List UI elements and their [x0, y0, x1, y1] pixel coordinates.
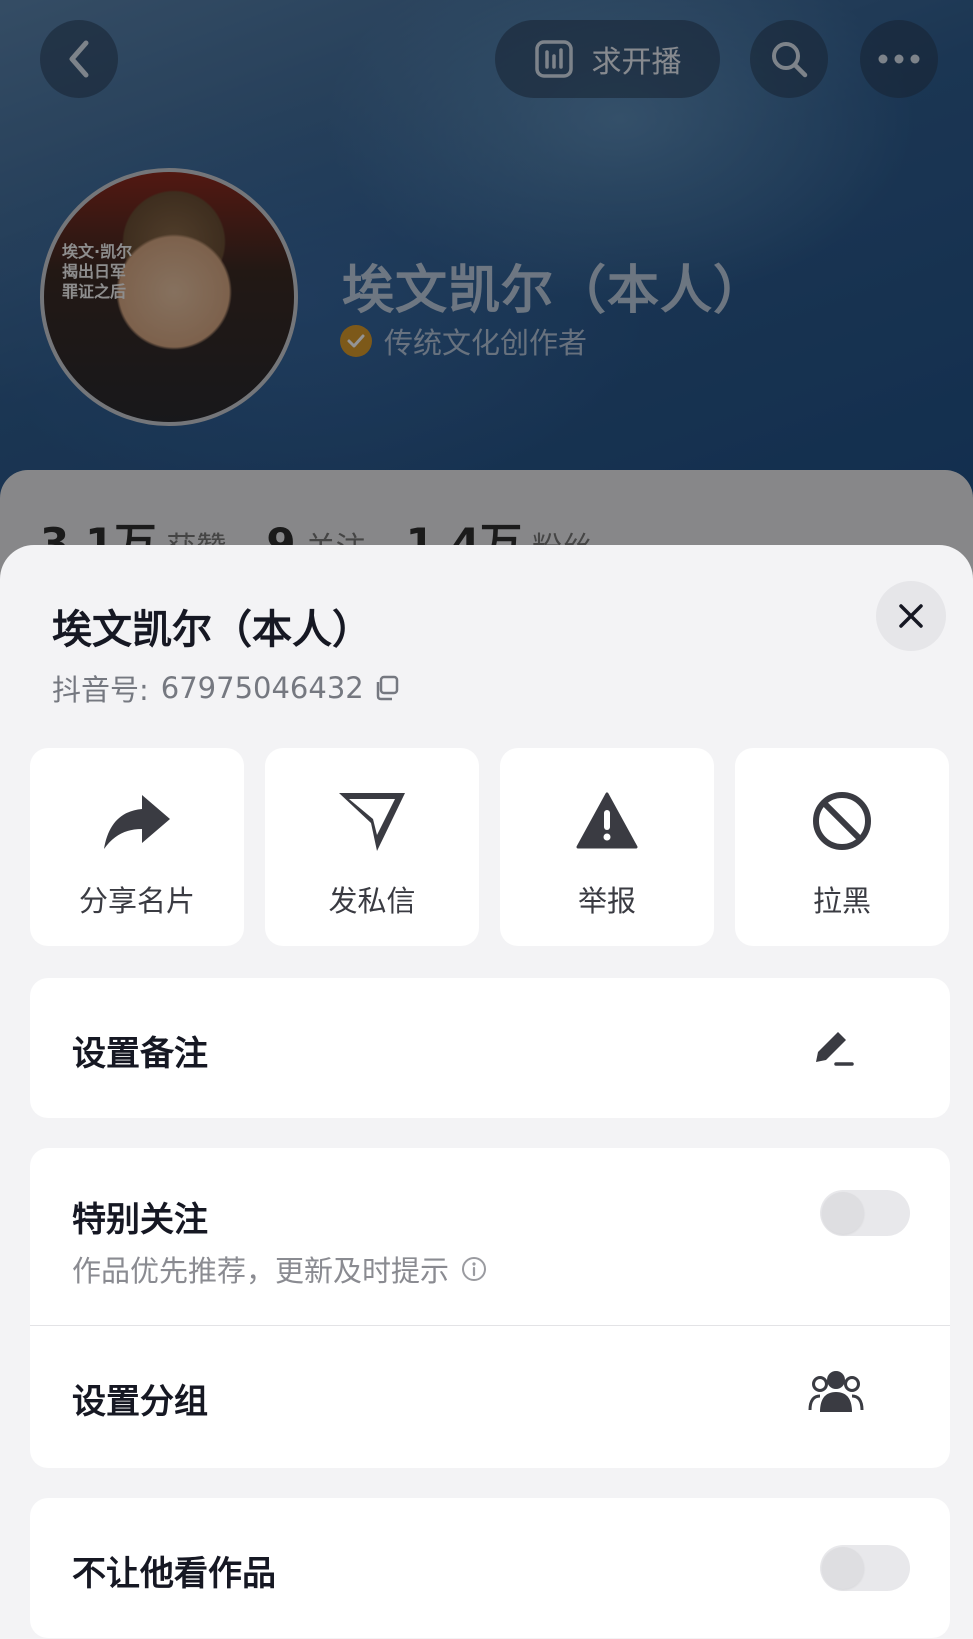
warning-icon: [576, 786, 638, 856]
share-card-label: 分享名片: [78, 884, 195, 918]
block-label: 拉黑: [812, 884, 871, 918]
toggle-knob: [822, 1192, 864, 1234]
send-message-icon: [337, 786, 407, 856]
edit-icon: [810, 1024, 856, 1070]
special-follow-description-row: 作品优先推荐，更新及时提示: [72, 1248, 487, 1290]
send-message-label: 发私信: [328, 884, 416, 918]
block-button[interactable]: 拉黑: [735, 748, 949, 946]
group-icon: [808, 1368, 864, 1414]
action-grid: 分享名片 发私信 举报 拉黑: [30, 748, 949, 946]
divider: [30, 1325, 950, 1326]
special-follow-toggle[interactable]: [820, 1190, 910, 1236]
set-group-label: 设置分组: [72, 1382, 208, 1422]
info-icon[interactable]: [461, 1256, 487, 1282]
close-icon: [899, 604, 923, 628]
follow-settings-card: 特别关注 作品优先推荐，更新及时提示 设置分组: [30, 1148, 950, 1468]
douyin-id-row: 抖音号: 67975046432: [52, 667, 400, 709]
share-card-button[interactable]: 分享名片: [30, 748, 244, 946]
report-button[interactable]: 举报: [500, 748, 714, 946]
set-remark-label: 设置备注: [72, 1034, 208, 1074]
hide-works-toggle[interactable]: [820, 1545, 910, 1591]
special-follow-description: 作品优先推荐，更新及时提示: [72, 1254, 450, 1288]
toggle-knob: [822, 1547, 864, 1589]
copy-icon[interactable]: [374, 675, 400, 701]
send-message-button[interactable]: 发私信: [265, 748, 479, 946]
share-icon: [102, 786, 172, 856]
block-icon: [811, 786, 873, 856]
set-remark-row[interactable]: 设置备注: [30, 978, 950, 1118]
douyin-id-label: 抖音号:: [52, 673, 149, 707]
douyin-id-value: 67975046432: [160, 671, 364, 705]
profile-options-sheet: 埃文凯尔（本人） 抖音号: 67975046432 分享名片 发私信 举报 拉黑…: [0, 545, 973, 1639]
report-label: 举报: [577, 884, 636, 918]
special-follow-label: 特别关注: [72, 1200, 208, 1240]
hide-works-label: 不让他看作品: [72, 1554, 276, 1594]
hide-works-row[interactable]: 不让他看作品: [30, 1498, 950, 1638]
close-button[interactable]: [876, 581, 946, 651]
sheet-title: 埃文凯尔（本人）: [52, 607, 372, 653]
